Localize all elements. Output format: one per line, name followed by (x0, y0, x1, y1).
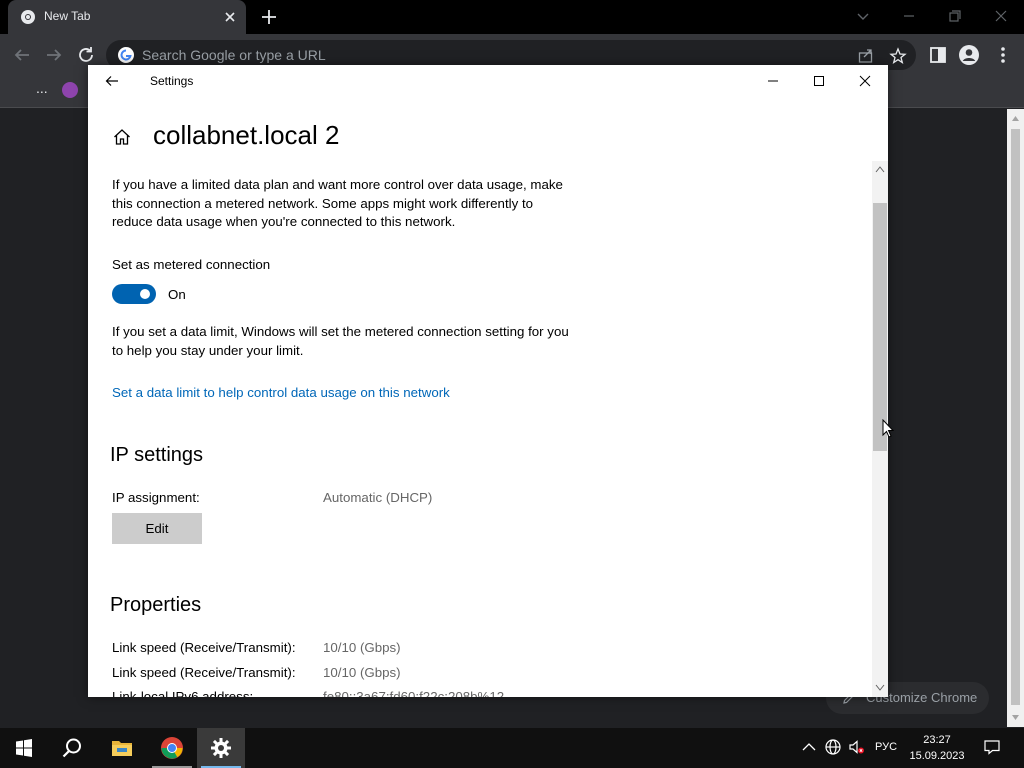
settings-scrollbar-thumb[interactable] (873, 203, 887, 451)
start-button[interactable] (0, 728, 48, 768)
clock-time: 23:27 (923, 734, 951, 746)
chrome-scrollbar-thumb[interactable] (1011, 129, 1020, 705)
notification-center-icon[interactable] (983, 738, 1001, 756)
settings-app-title: Settings (150, 74, 194, 88)
properties-heading: Properties (110, 594, 202, 616)
omnibox-placeholder: Search Google or type a URL (142, 47, 326, 63)
search-icon (62, 738, 81, 758)
chrome-close-icon[interactable] (989, 5, 1013, 27)
tray-overflow-chevron-icon[interactable] (800, 738, 818, 756)
chrome-icon (161, 737, 183, 759)
property-value: fe80::3a67:fd60:f22c:208b%12 (323, 689, 505, 697)
profile-avatar-icon[interactable] (957, 43, 981, 67)
tab-search-chevron-icon[interactable] (851, 5, 875, 27)
chrome-minimize-icon[interactable] (897, 5, 921, 27)
tab-new-tab[interactable]: New Tab (8, 0, 246, 34)
back-arrow-icon[interactable] (104, 73, 120, 89)
metered-connection-label: Set as metered connection (112, 257, 271, 272)
clock-date: 15.09.2023 (909, 750, 965, 762)
data-limit-link[interactable]: Set a data limit to help control data us… (112, 385, 450, 400)
folder-icon (112, 741, 132, 756)
property-value: 10/10 (Gbps) (323, 665, 401, 680)
ip-settings-heading: IP settings (110, 444, 204, 466)
ip-assignment-value: Automatic (DHCP) (323, 490, 433, 505)
bookmarks-more[interactable]: ... (36, 80, 48, 96)
close-tab-icon[interactable] (222, 9, 238, 25)
metered-connection-toggle[interactable] (112, 284, 156, 304)
back-arrow-icon[interactable] (10, 43, 34, 67)
mouse-cursor-icon (882, 419, 894, 438)
chrome-menu-icon[interactable] (991, 43, 1015, 67)
metered-description: If you have a limited data plan and want… (112, 177, 563, 229)
settings-minimize-button[interactable] (750, 65, 796, 97)
settings-close-button[interactable] (842, 65, 888, 97)
system-clock[interactable]: 23:27 15.09.2023 (904, 732, 970, 764)
chrome-restore-icon[interactable] (943, 5, 967, 27)
scroll-down-arrow-icon[interactable] (1011, 713, 1020, 722)
globe-network-icon[interactable] (824, 738, 842, 756)
windows-logo-icon (16, 739, 32, 757)
volume-muted-icon[interactable] (848, 738, 866, 756)
edit-button[interactable]: Edit (112, 513, 202, 544)
side-panel-icon[interactable] (926, 43, 950, 67)
input-language-indicator[interactable]: РУС (875, 741, 897, 753)
forward-arrow-icon[interactable] (42, 43, 66, 67)
bookmark-star-icon[interactable] (889, 47, 907, 65)
minimize-icon (768, 80, 778, 82)
property-value: 10/10 (Gbps) (323, 640, 401, 655)
taskbar: РУС 23:27 15.09.2023 (0, 728, 1024, 768)
reload-icon[interactable] (74, 43, 98, 67)
settings-window: Settings collabnet.local 2 If you have a… (88, 65, 888, 697)
settings-maximize-button[interactable] (796, 65, 842, 97)
toggle-knob (140, 289, 150, 299)
search-button[interactable] (48, 728, 96, 768)
scroll-up-arrow-icon[interactable] (1011, 114, 1020, 123)
file-explorer-button[interactable] (98, 728, 146, 768)
google-icon (118, 47, 134, 63)
property-label: Link speed (Receive/Transmit): (112, 665, 296, 680)
chrome-scrollbar[interactable] (1007, 109, 1024, 727)
ip-assignment-label: IP assignment: (112, 490, 200, 505)
new-tab-plus-icon[interactable] (258, 6, 280, 28)
toggle-state-label: On (168, 287, 186, 302)
maximize-icon (814, 76, 824, 86)
home-icon[interactable] (112, 127, 132, 147)
page-title: collabnet.local 2 (153, 120, 340, 150)
property-label: Link-local IPv6 address: (112, 689, 254, 697)
gear-icon (211, 738, 231, 758)
scroll-up-arrow-icon[interactable] (875, 165, 885, 173)
settings-taskbar-button[interactable] (197, 728, 245, 768)
close-icon (859, 75, 871, 87)
chrome-taskbar-button[interactable] (148, 728, 196, 768)
settings-titlebar: Settings (88, 65, 888, 97)
chrome-tabstrip: New Tab (0, 0, 1024, 34)
property-label: Link speed (Receive/Transmit): (112, 640, 296, 655)
tab-title: New Tab (44, 9, 91, 23)
data-limit-note: If you set a data limit, Windows will se… (112, 324, 569, 358)
chrome-favicon-icon (21, 10, 35, 24)
share-icon[interactable] (857, 47, 875, 65)
scroll-down-arrow-icon[interactable] (875, 684, 885, 692)
bookmark-favicon-icon[interactable] (62, 82, 78, 98)
